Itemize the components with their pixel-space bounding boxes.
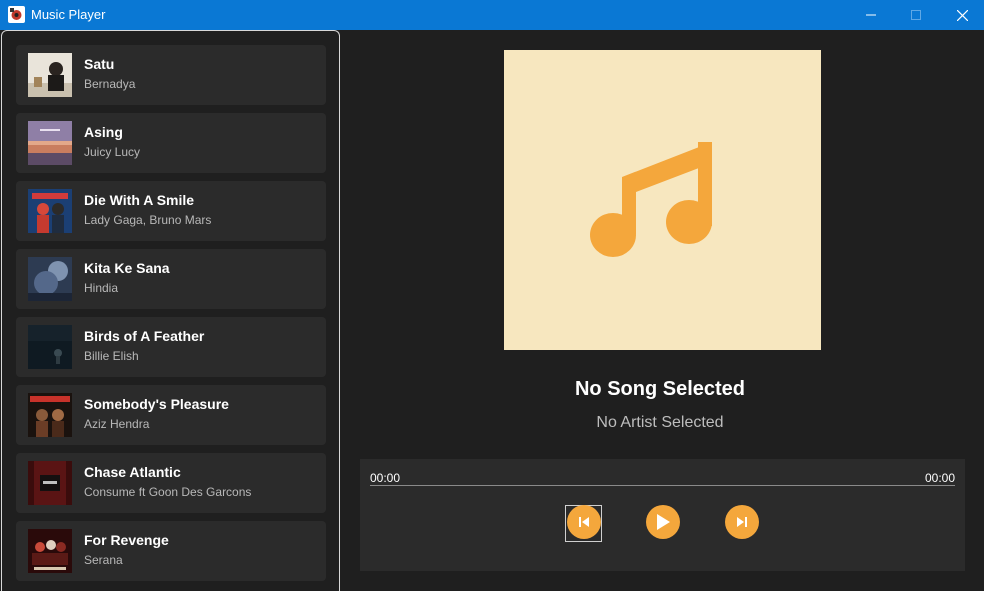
album-cover [28, 189, 72, 233]
song-title: Somebody's Pleasure [84, 396, 229, 412]
song-title: Asing [84, 124, 123, 140]
album-cover [28, 393, 72, 437]
play-button[interactable] [646, 505, 680, 539]
song-item[interactable]: Kita Ke Sana Hindia [16, 249, 326, 309]
progress-slider[interactable] [370, 485, 955, 486]
song-item[interactable]: Chase Atlantic Consume ft Goon Des Garco… [16, 453, 326, 513]
song-artist: Juicy Lucy [84, 145, 141, 159]
song-item[interactable]: Asing Juicy Lucy [16, 113, 326, 173]
album-cover [28, 325, 72, 369]
song-artist: Billie Elish [84, 349, 139, 363]
maximize-button[interactable] [893, 0, 939, 30]
next-button[interactable] [725, 505, 759, 539]
next-icon [737, 517, 747, 527]
song-artist: Bernadya [84, 77, 136, 91]
close-button[interactable] [939, 0, 984, 30]
song-item[interactable]: Birds of A Feather Billie Elish [16, 317, 326, 377]
song-item[interactable]: Die With A Smile Lady Gaga, Bruno Mars [16, 181, 326, 241]
app-window: Music Player Satu Bernadya Asing Juicy L… [0, 0, 984, 591]
song-item[interactable]: For Revenge Serana [16, 521, 326, 581]
now-playing-panel: No Song Selected No Artist Selected 00:0… [340, 30, 984, 591]
album-cover [28, 53, 72, 97]
previous-button[interactable] [567, 505, 601, 539]
song-title: Satu [84, 56, 115, 72]
player-controls: 00:00 00:00 [360, 459, 965, 571]
song-title: Chase Atlantic [84, 464, 181, 480]
album-cover [28, 461, 72, 505]
song-title: Birds of A Feather [84, 328, 205, 344]
now-playing-cover [504, 50, 821, 350]
song-artist: Aziz Hendra [84, 417, 150, 431]
music-note-icon [590, 142, 712, 257]
total-time: 00:00 [924, 471, 955, 485]
song-artist: Hindia [84, 281, 119, 295]
close-icon [956, 9, 968, 21]
song-item[interactable]: Satu Bernadya [16, 45, 326, 105]
song-item[interactable]: Somebody's Pleasure Aziz Hendra [16, 385, 326, 445]
now-playing-title: No Song Selected [574, 378, 746, 400]
album-cover [28, 257, 72, 301]
maximize-icon [911, 10, 921, 20]
song-artist: Lady Gaga, Bruno Mars [84, 213, 212, 227]
play-icon [657, 514, 670, 530]
current-time: 00:00 [370, 471, 401, 485]
song-title: For Revenge [84, 532, 169, 548]
app-logo-icon [8, 6, 25, 23]
previous-icon [579, 517, 589, 527]
song-artist: Serana [84, 553, 123, 567]
song-title: Kita Ke Sana [84, 260, 170, 276]
minimize-icon [866, 14, 876, 16]
song-title: Die With A Smile [84, 192, 195, 208]
song-list-panel[interactable]: Satu Bernadya Asing Juicy Lucy Die With … [1, 30, 340, 591]
album-cover [28, 529, 72, 573]
window-title: Music Player [31, 7, 106, 22]
minimize-button[interactable] [848, 0, 894, 30]
now-playing-artist: No Artist Selected [596, 414, 724, 431]
title-bar: Music Player [0, 0, 984, 30]
album-cover [28, 121, 72, 165]
song-artist: Consume ft Goon Des Garcons [84, 485, 252, 499]
